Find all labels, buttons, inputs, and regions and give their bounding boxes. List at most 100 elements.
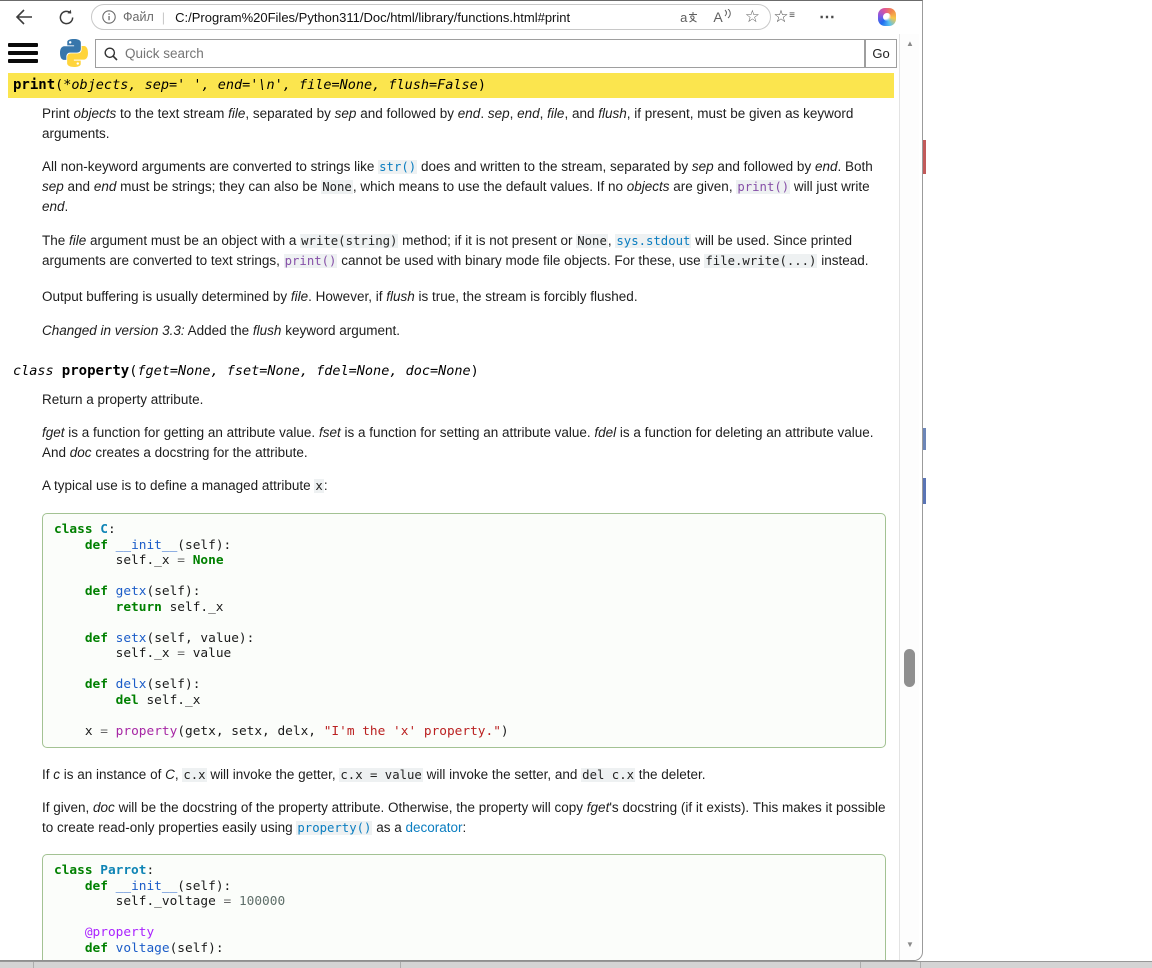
code-line: [54, 910, 874, 926]
text-run: end: [815, 159, 838, 174]
search-icon: [104, 47, 118, 61]
inline-link[interactable]: str(): [378, 160, 417, 174]
read-aloud-icon[interactable]: A: [713, 9, 730, 25]
scroll-up-arrow[interactable]: ▲: [900, 36, 920, 52]
text-run: Return a property attribute.: [42, 392, 203, 407]
inline-link[interactable]: sys.stdout: [615, 234, 691, 248]
code-line: [54, 662, 874, 678]
text-run: .: [65, 199, 69, 214]
code-line: def delx(self):: [54, 677, 874, 693]
print-signature[interactable]: print(*objects, sep=' ', end='\n', file=…: [8, 73, 894, 98]
menu-button[interactable]: [8, 43, 38, 63]
inline-link[interactable]: property(): [296, 821, 372, 835]
collections-lines: ≡: [789, 10, 795, 21]
paragraph: Output buffering is usually determined b…: [42, 287, 887, 307]
screen: Файл | C:/Program%20Files/Python311/Doc/…: [0, 0, 1152, 968]
code-example-class-parrot: class Parrot: def __init__(self): self._…: [42, 854, 886, 961]
text-run: c.x = value: [339, 768, 422, 782]
code-line: class C:: [54, 522, 874, 538]
more-menu-icon[interactable]: ⋯: [812, 3, 842, 31]
translate-icon[interactable]: a: [680, 10, 699, 25]
text-run: c: [53, 767, 60, 782]
text-run: x: [314, 479, 323, 493]
text-run: creates a docstring for the attribute.: [92, 445, 308, 460]
text-run: doc: [93, 800, 115, 815]
address-separator: |: [162, 10, 165, 25]
code-line: self._x = None: [54, 553, 874, 569]
paragraph: All non-keyword arguments are converted …: [42, 157, 887, 217]
refresh-button[interactable]: [52, 3, 80, 31]
text-run: end: [517, 106, 540, 121]
text-run: print: [13, 77, 55, 93]
text-run: and followed by: [356, 106, 457, 121]
text-run: objects: [627, 179, 670, 194]
paragraph: Return a property attribute.: [42, 390, 887, 410]
go-button[interactable]: Go: [865, 39, 897, 68]
paragraph: fget is a function for getting an attrib…: [42, 423, 887, 463]
copilot-icon[interactable]: [878, 8, 896, 26]
scrollbar-thumb[interactable]: [904, 649, 915, 687]
taskbar-edge: [0, 961, 1152, 968]
back-button[interactable]: [10, 3, 38, 31]
text-run: flush: [253, 323, 282, 338]
window-edge-artifact: [923, 428, 926, 450]
print-description: Print objects to the text stream file, s…: [42, 104, 887, 341]
text-run: C: [165, 767, 175, 782]
code-line: @property: [54, 925, 874, 941]
scroll-down-arrow[interactable]: ▼: [900, 937, 920, 953]
text-run: c.x: [182, 768, 206, 782]
text-run: file: [228, 106, 245, 121]
text-run: fget: [42, 425, 65, 440]
code-line: [54, 615, 874, 631]
url-text[interactable]: C:/Program%20Files/Python311/Doc/html/li…: [175, 10, 666, 25]
text-run: sep: [488, 106, 510, 121]
text-run: file.write(...): [704, 254, 817, 268]
text-run: ,: [510, 106, 518, 121]
text-run: *objects, sep=' ', end='\n', file=None, …: [63, 77, 478, 93]
text-run: flush: [386, 289, 415, 304]
text-run: write(string): [300, 234, 398, 248]
text-run: The: [42, 233, 69, 248]
page-content: print(*objects, sep=' ', end='\n', file=…: [0, 72, 899, 961]
text-run: :: [463, 820, 467, 835]
text-run: to the text stream: [116, 106, 228, 121]
text-run: end: [458, 106, 481, 121]
text-run: , and: [564, 106, 598, 121]
text-run: sep: [692, 159, 714, 174]
inline-link[interactable]: decorator: [405, 820, 462, 835]
quick-search-input[interactable]: Quick search: [95, 39, 865, 68]
text-run: fget=None, fset=None, fdel=None, doc=Non…: [137, 363, 470, 379]
text-run: ): [478, 77, 486, 93]
code-line: return self._x: [54, 600, 874, 616]
text-run: argument must be an object with a: [86, 233, 300, 248]
property-signature[interactable]: class property(fget=None, fset=None, fde…: [13, 359, 899, 384]
text-run: is a function for getting an attribute v…: [65, 425, 319, 440]
text-run: the deleter.: [635, 767, 706, 782]
text-run: file: [291, 289, 308, 304]
python-logo-icon[interactable]: [60, 39, 88, 67]
property-description: Return a property attribute. fget is a f…: [42, 390, 887, 961]
text-run: objects: [74, 106, 117, 121]
text-run: is a function for setting an attribute v…: [341, 425, 595, 440]
paragraph: Print objects to the text stream file, s…: [42, 104, 887, 144]
collections-icon[interactable]: ☆ ≡: [766, 3, 796, 31]
text-run: are given,: [670, 179, 737, 194]
text-run: If given,: [42, 800, 93, 815]
text-run: None: [321, 180, 353, 194]
text-run: :: [324, 478, 328, 493]
page-info-icon[interactable]: [102, 10, 116, 24]
inline-link[interactable]: print(): [284, 254, 338, 268]
code-line: x = property(getx, setx, delx, "I'm the …: [54, 724, 874, 740]
text-run: fget: [587, 800, 610, 815]
text-run: will be the docstring of the property at…: [115, 800, 587, 815]
window-edge-artifact: [923, 140, 926, 174]
favorite-star-icon[interactable]: ☆: [745, 7, 760, 27]
text-run: as a: [372, 820, 405, 835]
address-bar[interactable]: Файл | C:/Program%20Files/Python311/Doc/…: [91, 4, 771, 30]
text-run: is an instance of: [60, 767, 165, 782]
paragraph: A typical use is to define a managed att…: [42, 476, 887, 496]
text-run: must be strings; they can also be: [116, 179, 321, 194]
inline-link[interactable]: print(): [736, 180, 790, 194]
text-run: , separated by: [245, 106, 334, 121]
vertical-scrollbar[interactable]: ▲ ▼: [899, 34, 919, 961]
